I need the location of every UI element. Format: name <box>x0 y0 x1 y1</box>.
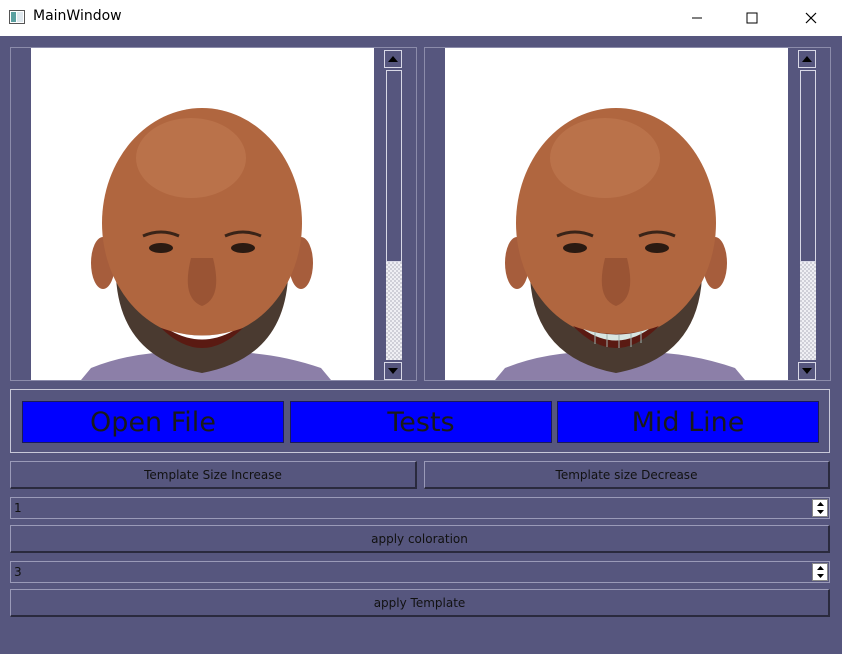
scroll-handle[interactable] <box>800 70 816 262</box>
window-title: MainWindow <box>33 8 122 24</box>
scroll-down-button[interactable] <box>384 362 402 380</box>
scroll-down-arrow-icon <box>802 368 812 374</box>
spin-down-button[interactable] <box>813 572 827 580</box>
central-widget: Open File Tests Mid Line Template Size I… <box>0 36 842 654</box>
scroll-down-button[interactable] <box>798 362 816 380</box>
spin-up-arrow-icon <box>816 566 824 570</box>
face-photo-original <box>31 48 374 380</box>
coloration-spin-buttons[interactable] <box>812 499 828 517</box>
spin-down-arrow-icon <box>816 510 824 514</box>
mid-line-button[interactable]: Mid Line <box>557 401 819 443</box>
coloration-value[interactable]: 1 <box>14 501 22 515</box>
app-window-icon <box>9 10 25 24</box>
scroll-up-arrow-icon <box>388 56 398 62</box>
face-photo-with-template-teeth <box>445 48 788 380</box>
maximize-button[interactable] <box>729 0 775 36</box>
spin-down-arrow-icon <box>816 574 824 578</box>
template-spin-buttons[interactable] <box>812 563 828 581</box>
spin-up-button[interactable] <box>813 564 827 572</box>
scroll-up-button[interactable] <box>798 50 816 68</box>
maximize-icon <box>746 12 758 24</box>
original-image-view[interactable] <box>10 47 417 381</box>
spin-up-button[interactable] <box>813 500 827 508</box>
template-spinbox[interactable]: 3 <box>10 561 830 583</box>
left-vertical-scrollbar[interactable] <box>384 50 404 380</box>
scroll-up-button[interactable] <box>384 50 402 68</box>
minimize-icon <box>692 17 702 19</box>
scroll-up-arrow-icon <box>802 56 812 62</box>
scroll-handle[interactable] <box>386 70 402 262</box>
template-size-decrease-button[interactable]: Template size Decrease <box>424 461 830 489</box>
close-icon <box>805 12 817 24</box>
open-file-button[interactable]: Open File <box>22 401 284 443</box>
coloration-spinbox[interactable]: 1 <box>10 497 830 519</box>
apply-coloration-button[interactable]: apply coloration <box>10 525 830 553</box>
right-vertical-scrollbar[interactable] <box>798 50 818 380</box>
scroll-track[interactable] <box>800 262 816 360</box>
spin-down-button[interactable] <box>813 508 827 516</box>
title-bar: MainWindow <box>0 0 842 36</box>
scroll-track[interactable] <box>386 262 402 360</box>
action-button-group: Open File Tests Mid Line <box>10 389 830 453</box>
template-value[interactable]: 3 <box>14 565 22 579</box>
apply-template-button[interactable]: apply Template <box>10 589 830 617</box>
tests-button[interactable]: Tests <box>290 401 552 443</box>
spin-up-arrow-icon <box>816 502 824 506</box>
scroll-down-arrow-icon <box>388 368 398 374</box>
result-image-view[interactable] <box>424 47 831 381</box>
minimize-button[interactable] <box>674 0 720 36</box>
template-size-increase-button[interactable]: Template Size Increase <box>10 461 417 489</box>
close-button[interactable] <box>788 0 834 36</box>
